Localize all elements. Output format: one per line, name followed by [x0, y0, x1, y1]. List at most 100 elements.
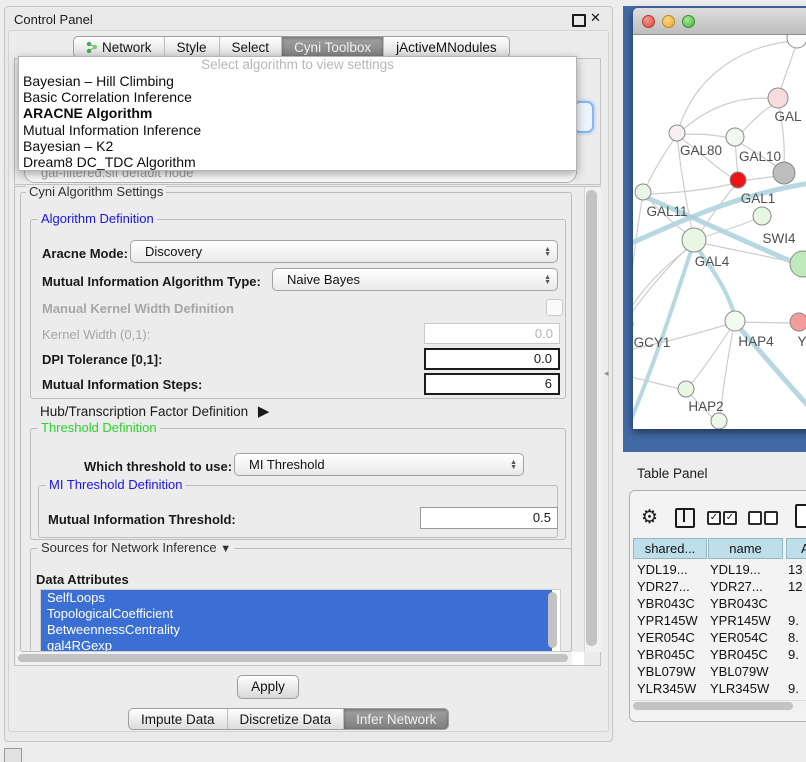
tab-impute-data[interactable]: Impute Data — [129, 709, 227, 729]
combo-arrows-icon: ▲▼ — [510, 460, 517, 470]
algorithm-option[interactable]: Bayesian – Hill Climbing — [19, 73, 576, 89]
algorithm-option[interactable]: ARACNE Algorithm — [19, 105, 576, 121]
network-node-y[interactable] — [790, 313, 806, 331]
table-cell: YER054C — [710, 629, 782, 646]
which-threshold-combo[interactable]: MI Threshold ▲▼ — [234, 453, 524, 476]
network-node-gal1[interactable] — [730, 172, 746, 188]
settings-hscroll-thumb[interactable] — [18, 654, 568, 662]
node-label: GCY1 — [634, 335, 671, 350]
kernel-width-field[interactable]: 0.0 — [424, 323, 560, 344]
column-header-shared-name[interactable]: shared... — [633, 538, 707, 559]
divider-grip[interactable]: ◂ — [604, 368, 611, 378]
column-header-name[interactable]: name — [708, 538, 783, 559]
table-cell: 9. — [788, 646, 806, 663]
tab-style[interactable]: Style — [164, 37, 219, 57]
algorithm-option[interactable]: Mutual Information Inference — [19, 122, 576, 138]
dpi-tolerance-field[interactable]: 0.0 — [424, 348, 560, 370]
network-node-hap4[interactable] — [725, 311, 745, 331]
tab-select[interactable]: Select — [219, 37, 282, 57]
dpi-tolerance-label: DPI Tolerance [0,1]: — [42, 352, 162, 367]
checked-box-icon[interactable]: ✓ — [707, 511, 721, 525]
algorithm-option[interactable]: Dream8 DC_TDC Algorithm — [19, 154, 576, 170]
manual-kernel-label: Manual Kernel Width Definition — [42, 301, 234, 316]
network-node-gal4[interactable] — [682, 228, 706, 252]
attribute-item[interactable]: BetweennessCentrality — [41, 622, 552, 638]
table-cell: YBR045C — [710, 646, 782, 663]
cyni-mode-tabs: Impute DataDiscretize DataInfer Network — [128, 708, 449, 730]
table-row[interactable]: YBR043CYBR043C — [633, 595, 806, 612]
tab-jactivemnodules[interactable]: jActiveMNodules — [383, 37, 509, 57]
network-node[interactable] — [787, 35, 806, 48]
table-row[interactable]: YPR145WYPR145W9. — [633, 612, 806, 629]
table-row[interactable]: YBL079WYBL079W — [633, 663, 806, 680]
tab-cyni-toolbox[interactable]: Cyni Toolbox — [281, 37, 383, 57]
table-hscroll-thumb[interactable] — [633, 702, 793, 710]
network-node[interactable] — [711, 413, 727, 429]
network-node[interactable] — [790, 251, 806, 277]
attribute-item[interactable]: SelfLoops — [41, 590, 552, 606]
network-edge — [649, 183, 736, 194]
network-window-titlebar[interactable] — [633, 8, 806, 35]
table-row[interactable]: YDL19...YDL19...13 — [633, 561, 806, 578]
attributes-vscroll-thumb[interactable] — [548, 592, 557, 648]
hub-section-header[interactable]: Hub/Transcription Factor Definition ▶ — [40, 402, 269, 420]
combo-arrows-icon: ▲▼ — [544, 275, 551, 285]
apply-button[interactable]: Apply — [237, 675, 299, 699]
sources-group-title[interactable]: Sources for Network Inference ▼ — [38, 541, 234, 556]
zoom-window-icon[interactable] — [682, 15, 695, 28]
network-node[interactable] — [773, 162, 795, 184]
column-header-third[interactable]: A — [786, 538, 806, 559]
split-columns-icon[interactable] — [675, 508, 695, 528]
close-window-icon[interactable] — [642, 15, 655, 28]
node-label: GAL4 — [695, 254, 730, 269]
collapse-arrow-icon: ▼ — [220, 543, 231, 555]
which-threshold-label: Which threshold to use: — [84, 459, 232, 474]
minimize-window-icon[interactable] — [662, 15, 675, 28]
document-icon[interactable] — [795, 504, 806, 528]
aracne-mode-value: Discovery — [145, 244, 202, 259]
network-icon — [86, 41, 98, 53]
node-label: HAP2 — [688, 399, 723, 414]
network-node-gal80[interactable] — [669, 125, 685, 141]
table-cell: 8. — [788, 629, 806, 646]
close-panel-icon[interactable]: ✕ — [590, 10, 601, 26]
data-attributes-list[interactable]: SelfLoopsTopologicalCoefficientBetweenne… — [40, 589, 561, 652]
table-row[interactable]: YER054CYER054C8. — [633, 629, 806, 646]
table-cell: YDR27... — [710, 578, 782, 595]
network-edge — [677, 134, 733, 139]
mi-type-value: Naive Bayes — [287, 272, 360, 287]
mi-steps-field[interactable]: 6 — [424, 373, 560, 395]
aracne-mode-combo[interactable]: Discovery ▲▼ — [130, 240, 558, 263]
settings-vscroll-thumb[interactable] — [586, 190, 597, 646]
algorithm-option[interactable]: Basic Correlation Inference — [19, 89, 576, 105]
mi-threshold-field[interactable]: 0.5 — [420, 507, 558, 529]
tab-network[interactable]: Network — [74, 37, 164, 57]
which-threshold-value: MI Threshold — [249, 457, 325, 472]
attribute-item[interactable]: TopologicalCoefficient — [41, 606, 552, 622]
tab-discretize-data[interactable]: Discretize Data — [227, 709, 344, 729]
combo-arrows-icon: ▲▼ — [544, 247, 551, 257]
application-window: Control Panel ✕ NetworkStyleSelectCyni T… — [0, 0, 806, 762]
gear-icon[interactable]: ⚙ — [641, 506, 658, 529]
network-node-swi4[interactable] — [753, 207, 771, 225]
unchecked-box-icon[interactable] — [764, 511, 778, 525]
network-node-gal10[interactable] — [726, 128, 744, 146]
network-node-gal11[interactable] — [635, 184, 651, 200]
checked-box-icon[interactable]: ✓ — [723, 511, 737, 525]
network-node-gal[interactable] — [768, 88, 788, 108]
attribute-item[interactable]: gal4RGexp — [41, 638, 552, 652]
tab-infer-network[interactable]: Infer Network — [343, 709, 448, 729]
manual-kernel-checkbox[interactable] — [546, 299, 563, 316]
mi-type-combo[interactable]: Naive Bayes ▲▼ — [272, 268, 558, 291]
algorithm-option[interactable]: Bayesian – K2 — [19, 138, 576, 154]
node-label: GAL1 — [741, 191, 776, 206]
table-row[interactable]: YDR27...YDR27...12 — [633, 578, 806, 595]
network-node-hap2[interactable] — [678, 381, 694, 397]
table-row[interactable]: YLR345WYLR345W9. — [633, 680, 806, 697]
minimized-panel-grip[interactable] — [4, 748, 22, 762]
unchecked-box-icon[interactable] — [748, 511, 762, 525]
data-attributes-label: Data Attributes — [36, 572, 129, 587]
network-canvas[interactable]: GALGAL80GAL10GAL1GAL11SWI4GAL4GCY1HAP4YH… — [633, 35, 806, 429]
table-row[interactable]: YBR045CYBR045C9. — [633, 646, 806, 663]
float-window-icon[interactable] — [572, 14, 586, 27]
